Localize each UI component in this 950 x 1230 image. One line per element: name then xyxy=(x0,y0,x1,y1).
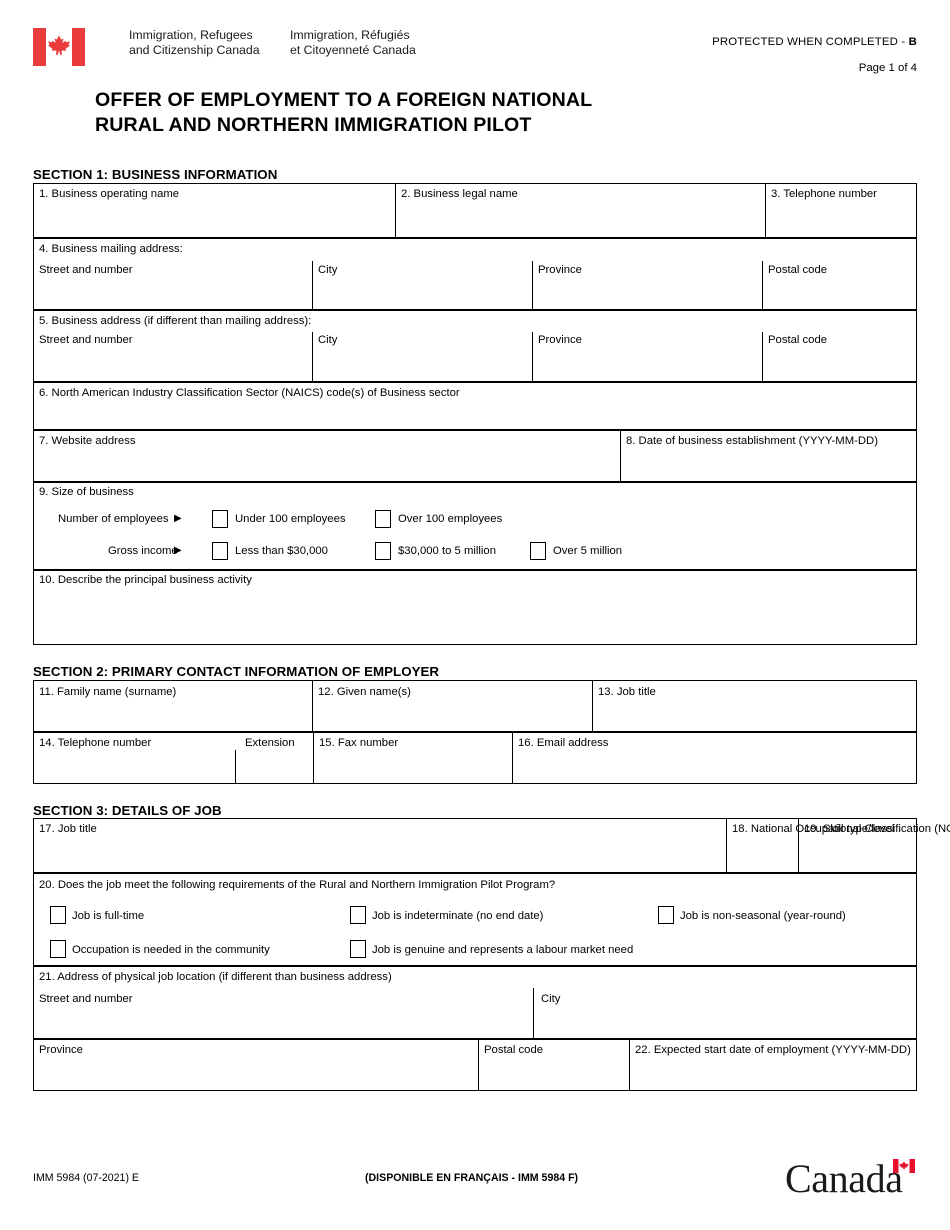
department-name-fr: Immigration, Réfugiés et Citoyenneté Can… xyxy=(290,28,416,57)
divider-street-city-5 xyxy=(312,332,313,382)
section-1-heading: SECTION 1: BUSINESS INFORMATION xyxy=(33,167,278,182)
label-job-requirements-question: 20. Does the job meet the following requ… xyxy=(39,879,556,891)
divider-phone-extension xyxy=(235,750,236,784)
form-page: Immigration, Refugees and Citizenship Ca… xyxy=(0,0,950,1230)
label-mailing-street: Street and number xyxy=(39,264,133,276)
divider-province-postal-4 xyxy=(762,261,763,310)
label-given-names: 12. Given name(s) xyxy=(318,686,411,698)
label-expected-start-date: 22. Expected start date of employment (Y… xyxy=(635,1044,911,1056)
divider-f14-f15 xyxy=(313,732,314,784)
label-skill-type-level: 19. Skill type/level xyxy=(804,823,895,835)
label-contact-job-title: 13. Job title xyxy=(598,686,656,698)
divider-postal-f22 xyxy=(629,1039,630,1091)
label-business-postal: Postal code xyxy=(768,334,828,346)
label-job-is-indeterminate: Job is indeterminate (no end date) xyxy=(372,910,544,922)
label-income-over-5-million: Over 5 million xyxy=(553,545,623,557)
divider-f12-f13 xyxy=(592,680,593,732)
label-job-location-postal: Postal code xyxy=(484,1044,544,1056)
checkbox-occupation-needed-in-community[interactable] xyxy=(50,940,66,958)
page-title: OFFER OF EMPLOYMENT TO A FOREIGN NATIONA… xyxy=(95,88,795,137)
checkbox-job-is-genuine[interactable] xyxy=(350,940,366,958)
divider-f1-f2 xyxy=(395,183,396,238)
label-family-name: 11. Family name (surname) xyxy=(39,686,177,698)
checkbox-job-is-full-time[interactable] xyxy=(50,906,66,924)
label-mailing-city: City xyxy=(318,264,338,276)
page-title-line2: RURAL AND NORTHERN IMMIGRATION PILOT xyxy=(95,113,532,136)
divider-city-province-5 xyxy=(532,332,533,382)
label-mailing-province: Province xyxy=(538,264,582,276)
divider-city-province-4 xyxy=(532,261,533,310)
label-contact-email: 16. Email address xyxy=(518,737,609,749)
label-job-title: 17. Job title xyxy=(39,823,97,835)
checkbox-job-is-non-seasonal[interactable] xyxy=(658,906,674,924)
label-under-100-employees: Under 100 employees xyxy=(235,513,346,525)
label-job-location-province: Province xyxy=(39,1044,83,1056)
page-number: Page 1 of 4 xyxy=(858,62,917,74)
divider-f15-f16 xyxy=(512,732,513,784)
label-business-city: City xyxy=(318,334,338,346)
row-contact-phone-email xyxy=(33,732,917,784)
canada-flag-icon xyxy=(33,28,85,66)
label-business-address: 5. Business address (if different than m… xyxy=(39,315,312,327)
label-mailing-postal: Postal code xyxy=(768,264,828,276)
label-income-less-than-30000: Less than $30,000 xyxy=(235,545,328,557)
protected-marking: PROTECTED WHEN COMPLETED - B xyxy=(712,36,917,48)
label-job-is-full-time: Job is full-time xyxy=(72,910,145,922)
label-contact-telephone: 14. Telephone number xyxy=(39,737,152,749)
label-job-is-non-seasonal: Job is non-seasonal (year-round) xyxy=(680,910,846,922)
divider-province-postal-21 xyxy=(478,1039,479,1091)
label-business-street: Street and number xyxy=(39,334,133,346)
checkbox-income-over-5-million[interactable] xyxy=(530,542,546,560)
label-job-is-genuine: Job is genuine and represents a labour m… xyxy=(372,944,634,956)
canada-wordmark-text: Canada xyxy=(785,1156,903,1201)
checkbox-income-30000-to-5-million[interactable] xyxy=(375,542,391,560)
label-business-operating-name: 1. Business operating name xyxy=(39,188,180,200)
protected-class: B xyxy=(908,36,917,48)
label-contact-extension: Extension xyxy=(245,737,295,749)
checkbox-under-100-employees[interactable] xyxy=(212,510,228,528)
label-naics-code: 6. North American Industry Classificatio… xyxy=(39,387,460,399)
checkbox-income-less-than-30000[interactable] xyxy=(212,542,228,560)
department-name-en: Immigration, Refugees and Citizenship Ca… xyxy=(129,28,260,57)
divider-street-city-21 xyxy=(533,988,534,1039)
label-date-of-establishment: 8. Date of business establishment (YYYY-… xyxy=(626,435,878,447)
divider-f7-f8 xyxy=(620,430,621,482)
label-income-30000-to-5-million: $30,000 to 5 million xyxy=(398,545,496,557)
form-code: IMM 5984 (07-2021) E xyxy=(33,1172,139,1184)
divider-province-postal-5 xyxy=(762,332,763,382)
label-website-address: 7. Website address xyxy=(39,435,136,447)
section-3-heading: SECTION 3: DETAILS OF JOB xyxy=(33,803,222,818)
label-business-telephone: 3. Telephone number xyxy=(771,188,877,200)
label-gross-income: Gross income xyxy=(108,545,178,557)
pointer-right-icon-income: ▶ xyxy=(174,545,182,556)
section-2-heading: SECTION 2: PRIMARY CONTACT INFORMATION O… xyxy=(33,664,440,679)
divider-f17-f18 xyxy=(726,818,727,873)
label-size-of-business: 9. Size of business xyxy=(39,486,134,498)
label-over-100-employees: Over 100 employees xyxy=(398,513,503,525)
divider-f2-f3 xyxy=(765,183,766,238)
checkbox-job-is-indeterminate[interactable] xyxy=(350,906,366,924)
label-business-legal-name: 2. Business legal name xyxy=(401,188,518,200)
divider-street-city-4 xyxy=(312,261,313,310)
label-business-province: Province xyxy=(538,334,582,346)
canada-wordmark: Canada xyxy=(785,1158,917,1200)
label-principal-business-activity: 10. Describe the principal business acti… xyxy=(39,574,252,586)
label-contact-fax: 15. Fax number xyxy=(319,737,399,749)
canada-flag-icon xyxy=(893,1159,915,1173)
checkbox-over-100-employees[interactable] xyxy=(375,510,391,528)
label-job-location-city: City xyxy=(541,993,561,1005)
french-version-note: (DISPONIBLE EN FRANÇAIS - IMM 5984 F) xyxy=(365,1172,579,1184)
label-job-location-address: 21. Address of physical job location (if… xyxy=(39,971,392,983)
label-job-location-street: Street and number xyxy=(39,993,133,1005)
label-occupation-needed-in-community: Occupation is needed in the community xyxy=(72,944,270,956)
pointer-right-icon-employees: ▶ xyxy=(174,513,182,524)
protected-label: PROTECTED WHEN COMPLETED - xyxy=(712,36,909,48)
label-number-of-employees: Number of employees xyxy=(58,513,169,525)
page-title-line1: OFFER OF EMPLOYMENT TO A FOREIGN NATIONA… xyxy=(95,89,593,111)
divider-f11-f12 xyxy=(312,680,313,732)
label-mailing-address: 4. Business mailing address: xyxy=(39,243,183,255)
page-header: Immigration, Refugees and Citizenship Ca… xyxy=(33,24,917,84)
